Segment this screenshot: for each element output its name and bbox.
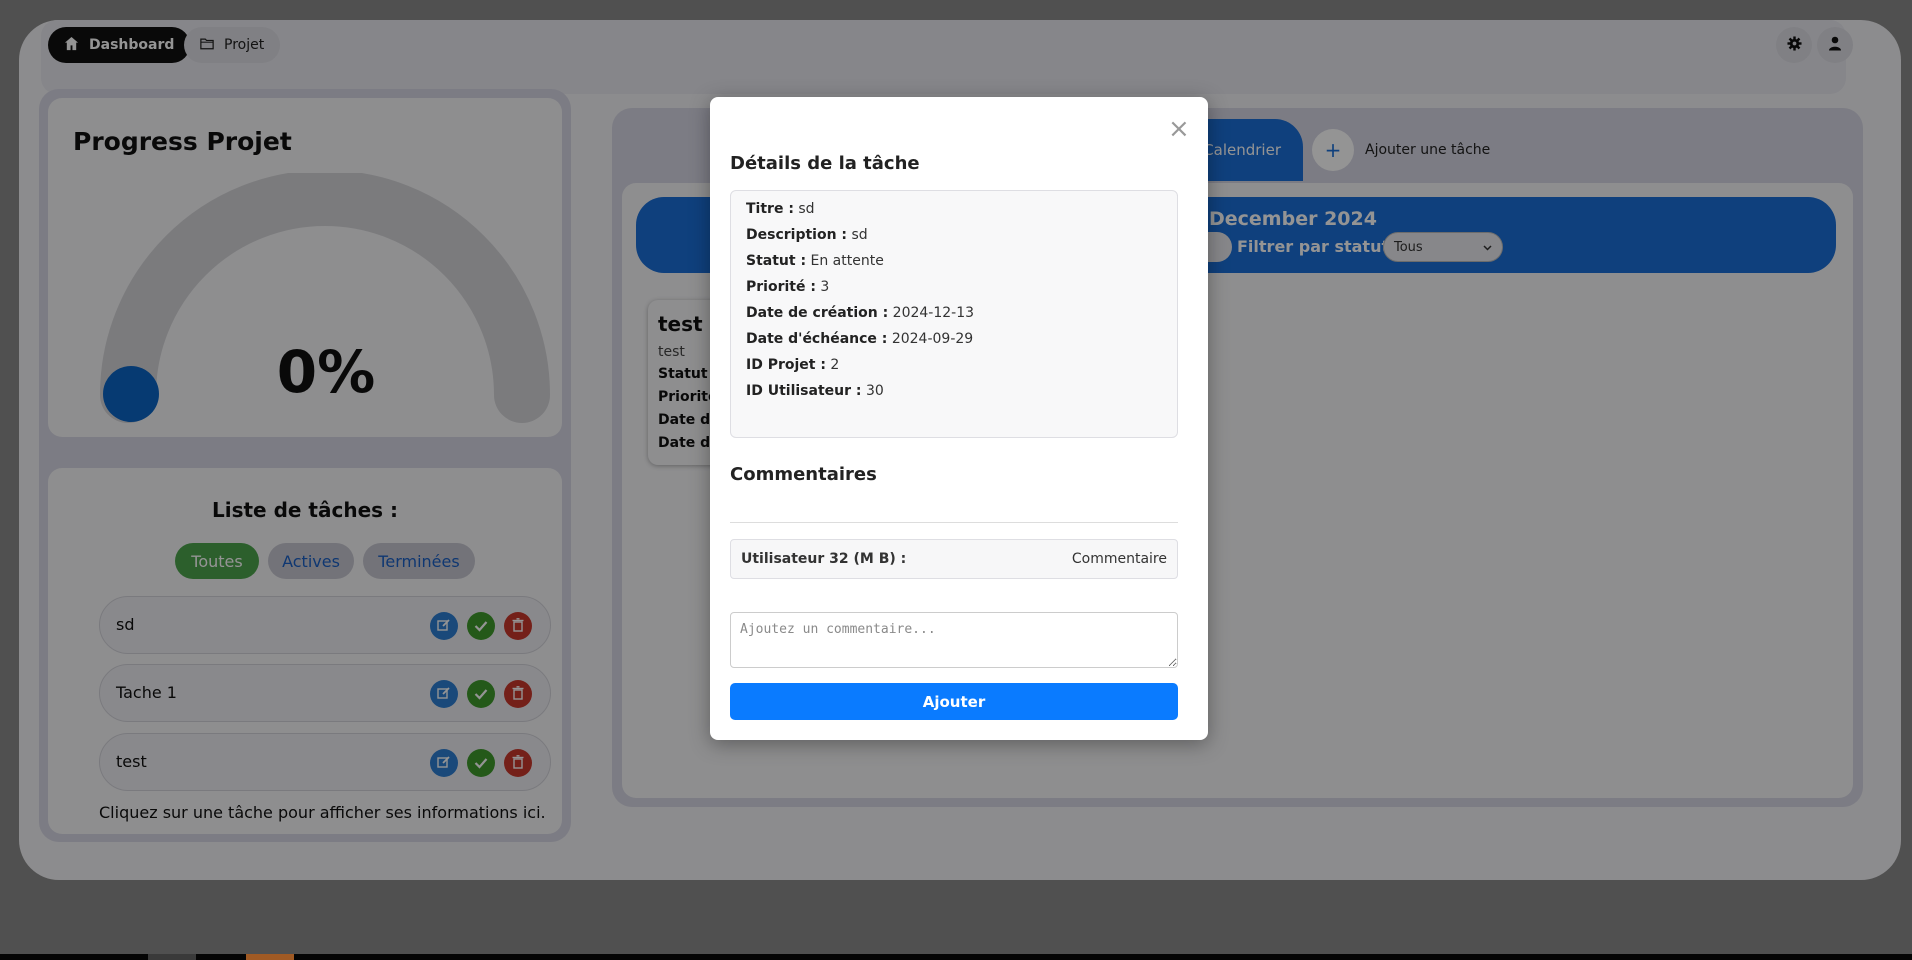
comment-input[interactable] <box>730 612 1178 668</box>
detail-value: En attente <box>810 253 884 269</box>
comment-text: Commentaire <box>1071 551 1167 567</box>
comment-user: Utilisateur 32 (M B) : <box>741 551 907 567</box>
detail-label: Statut : <box>746 253 807 269</box>
modal-title: Détails de la tâche <box>730 153 920 174</box>
task-details-modal: × Détails de la tâche Titre : sd Descrip… <box>710 97 1208 740</box>
detail-value: 2024-12-13 <box>892 305 975 321</box>
detail-label: Description : <box>746 227 848 243</box>
detail-label: Priorité : <box>746 279 816 295</box>
detail-value: 30 <box>865 383 884 399</box>
divider <box>730 522 1178 523</box>
detail-label: Titre : <box>746 201 794 217</box>
detail-due: Date d'échéance : 2024-09-29 <box>746 331 973 347</box>
detail-priority: Priorité : 3 <box>746 279 829 295</box>
detail-title: Titre : sd <box>746 201 815 217</box>
detail-value: sd <box>851 227 868 243</box>
add-comment-button[interactable]: Ajouter <box>730 683 1178 720</box>
detail-created: Date de création : 2024-12-13 <box>746 305 974 321</box>
detail-value: 2 <box>830 357 840 373</box>
close-icon[interactable]: × <box>1168 116 1190 142</box>
comment-item: Utilisateur 32 (M B) : Commentaire <box>730 539 1178 579</box>
detail-label: ID Utilisateur : <box>746 383 862 399</box>
detail-value: 3 <box>820 279 830 295</box>
taskbar-item[interactable] <box>246 954 294 960</box>
detail-project-id: ID Projet : 2 <box>746 357 839 373</box>
task-details-box: Titre : sd Description : sd Statut : En … <box>730 190 1178 438</box>
taskbar-item[interactable] <box>148 954 196 960</box>
detail-label: Date de création : <box>746 305 889 321</box>
detail-value: 2024-09-29 <box>891 331 974 347</box>
detail-value: sd <box>798 201 815 217</box>
detail-label: Date d'échéance : <box>746 331 888 347</box>
detail-status: Statut : En attente <box>746 253 884 269</box>
detail-description: Description : sd <box>746 227 868 243</box>
detail-label: ID Projet : <box>746 357 826 373</box>
detail-user-id: ID Utilisateur : 30 <box>746 383 884 399</box>
comments-title: Commentaires <box>730 464 877 485</box>
